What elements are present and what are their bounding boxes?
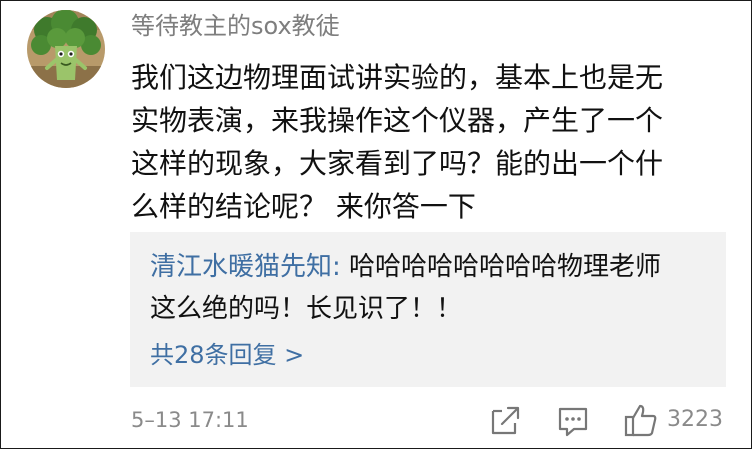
- comment-line: 实物表演，来我操作这个仪器，产生了一个: [131, 104, 664, 137]
- reply-text: 清江水暖猫先知: 哈哈哈哈哈哈哈哈物理老师 这么绝的吗！长见识了！！: [150, 246, 710, 330]
- share-button[interactable]: [489, 402, 521, 438]
- reply-preview[interactable]: 清江水暖猫先知: 哈哈哈哈哈哈哈哈物理老师 这么绝的吗！长见识了！！ 共28条回…: [130, 232, 726, 387]
- comment-timestamp: 5–13 17:11: [131, 408, 249, 432]
- reply-content: 哈哈哈哈哈哈哈哈物理老师: [340, 252, 662, 282]
- reply-username[interactable]: 清江水暖猫先知:: [150, 252, 341, 282]
- thumbs-up-icon: [624, 404, 657, 437]
- view-all-replies-link[interactable]: 共28条回复 >: [150, 338, 304, 372]
- broccoli-avatar-icon: [27, 10, 105, 88]
- comment-icon: [558, 407, 588, 437]
- comment-line: 我们这边物理面试讲实验的，基本上也是无: [131, 61, 664, 94]
- share-icon: [491, 406, 520, 435]
- comment-line: 么样的结论呢？ 来你答一下: [131, 190, 476, 223]
- user-avatar[interactable]: [27, 10, 105, 88]
- like-count: 3223: [667, 407, 723, 432]
- like-button[interactable]: 3223: [623, 402, 733, 438]
- comment-text: 我们这边物理面试讲实验的，基本上也是无 实物表演，来我操作这个仪器，产生了一个 …: [131, 56, 731, 228]
- reply-line: 清江水暖猫先知: 哈哈哈哈哈哈哈哈物理老师: [150, 246, 710, 288]
- reply-line: 这么绝的吗！长见识了！！: [150, 294, 463, 324]
- reply-button[interactable]: [557, 402, 589, 438]
- comment-line: 这样的现象，大家看到了吗？能的出一个什: [131, 147, 664, 180]
- comment-card: 等待教主的sox教徒 我们这边物理面试讲实验的，基本上也是无 实物表演，来我操作…: [0, 0, 752, 449]
- comment-username[interactable]: 等待教主的sox教徒: [131, 11, 340, 41]
